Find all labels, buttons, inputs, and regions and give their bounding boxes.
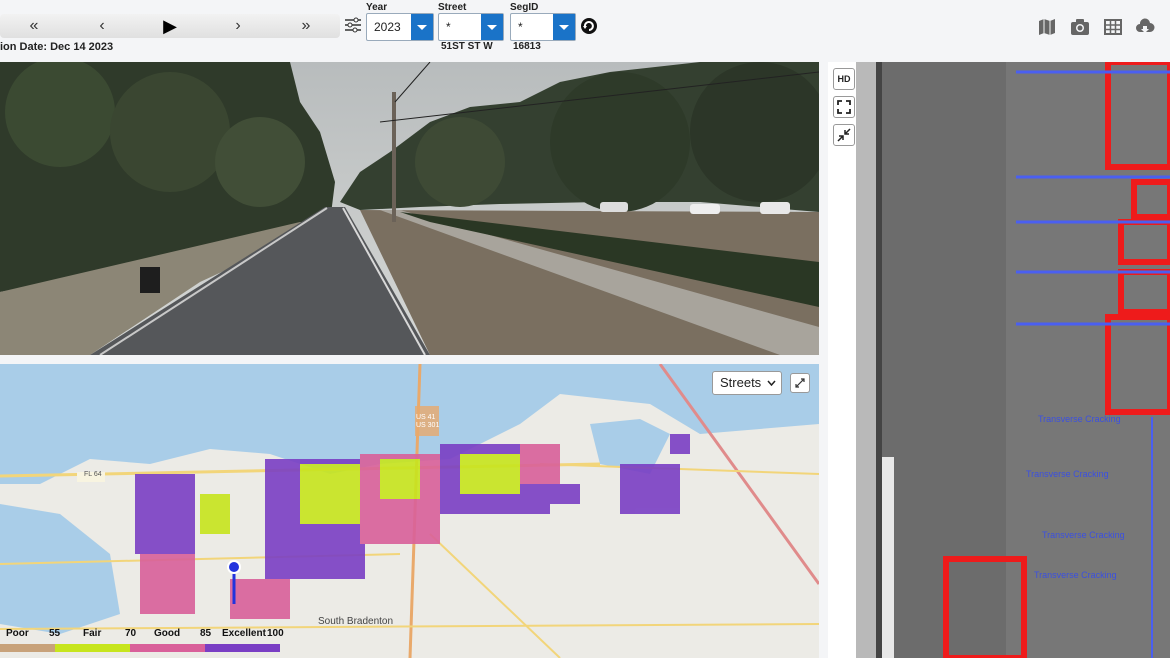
segid-value: * xyxy=(518,20,523,34)
year-value: 2023 xyxy=(374,20,401,34)
legend-55: 55 xyxy=(49,628,61,639)
street-select[interactable]: * xyxy=(438,13,504,41)
highway-label: FL 64 xyxy=(84,471,102,478)
table-icon[interactable] xyxy=(1103,17,1123,37)
play-button[interactable]: ▶ xyxy=(136,14,204,38)
legend-85: 85 xyxy=(200,628,212,639)
last-frame-button[interactable]: » xyxy=(272,14,340,38)
next-frame-button[interactable]: › xyxy=(204,14,272,38)
defect-label: Transverse Cracking xyxy=(1038,414,1121,424)
legend-swatch-poor xyxy=(0,644,55,652)
first-frame-button[interactable]: « xyxy=(0,14,68,38)
sliders-icon[interactable] xyxy=(344,16,362,34)
route-label-us301: US 301 xyxy=(416,422,440,429)
map-layer-value: Streets xyxy=(720,375,762,390)
prev-frame-button[interactable]: ‹ xyxy=(68,14,136,38)
hd-button[interactable]: HD xyxy=(833,68,855,90)
pavement-image[interactable]: Transverse Cracking Transverse Cracking … xyxy=(856,62,1170,658)
legend-swatch-excellent xyxy=(205,644,280,652)
route-label-us41: US 41 xyxy=(416,414,436,421)
legend-100: 100 xyxy=(267,628,284,639)
chevron-down-icon[interactable] xyxy=(553,14,575,40)
legend-color-bar xyxy=(0,644,280,652)
segid-select[interactable]: * xyxy=(510,13,576,41)
playback-controls: « ‹ ▶ › » xyxy=(0,14,340,38)
legend-good: Good xyxy=(154,628,181,639)
place-label: South Bradenton xyxy=(318,616,394,627)
chevron-down-icon xyxy=(767,380,776,386)
image-tools: HD xyxy=(828,62,858,658)
defect-label: Transverse Cracking xyxy=(1042,530,1125,540)
shrink-button[interactable] xyxy=(833,124,855,146)
cloud-download-icon[interactable] xyxy=(1135,17,1155,37)
capture-date: ion Date: Dec 14 2023 xyxy=(0,41,114,53)
expand-icon xyxy=(795,378,805,388)
legend-fair: Fair xyxy=(83,628,102,639)
year-select[interactable]: 2023 xyxy=(366,13,434,41)
condition-legend: Poor 55 Fair 70 Good 85 Excellent 100 xyxy=(0,628,290,642)
shrink-icon xyxy=(837,128,851,142)
top-bar: « ‹ ▶ › » ion Date: Dec 14 2023 Year 202… xyxy=(0,0,1170,60)
expand-map-button[interactable] xyxy=(790,373,810,393)
chevron-down-icon[interactable] xyxy=(481,14,503,40)
map-icon[interactable] xyxy=(1037,17,1057,37)
street-label: Street xyxy=(438,2,467,13)
current-street: 51ST ST W xyxy=(441,41,493,52)
current-segid: 16813 xyxy=(513,41,541,52)
fullscreen-button[interactable] xyxy=(833,96,855,118)
legend-excellent: Excellent xyxy=(222,628,266,639)
map-canvas xyxy=(0,364,819,658)
pavement-scan xyxy=(856,62,1170,658)
chevron-down-icon[interactable] xyxy=(411,14,433,40)
defect-label: Transverse Cracking xyxy=(1034,570,1117,580)
year-label: Year xyxy=(366,2,388,13)
street-scene xyxy=(0,62,819,355)
legend-70: 70 xyxy=(125,628,137,639)
defect-label: Transverse Cracking xyxy=(1026,469,1109,479)
camera-icon[interactable] xyxy=(1070,17,1090,37)
street-value: * xyxy=(446,20,451,34)
legend-swatch-good xyxy=(130,644,205,652)
fullscreen-icon xyxy=(837,100,851,114)
legend-poor: Poor xyxy=(6,628,29,639)
condition-map[interactable]: US 41 US 301 FL 64 South Bradenton xyxy=(0,364,819,658)
street-view-image[interactable] xyxy=(0,62,819,355)
segid-label: SegID xyxy=(510,2,539,13)
map-layer-select[interactable]: Streets xyxy=(712,371,782,395)
legend-swatch-fair xyxy=(55,644,130,652)
reset-icon[interactable] xyxy=(580,17,598,35)
